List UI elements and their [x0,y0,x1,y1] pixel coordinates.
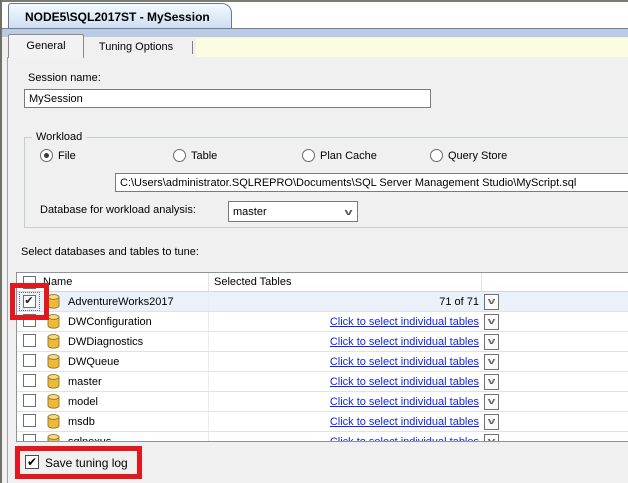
radio-query-store-label: Query Store [448,150,508,162]
document-tab-session[interactable]: NODE5\SQL2017ST - MySession [8,3,232,30]
row-dropdown-button[interactable]: v [484,333,499,350]
row-checkbox-wrap [20,352,39,372]
radio-plan-cache[interactable] [302,149,315,162]
database-analysis-value: master [233,205,267,218]
table-row[interactable]: sqlnexus Click to select individual tabl… [17,432,628,442]
annotation-box-save-log [15,446,142,479]
table-row[interactable]: DWQueue Click to select individual table… [17,352,628,372]
panel-left-border [7,57,8,483]
tab-strip-band [0,28,628,37]
row-checkbox[interactable] [22,393,36,407]
database-icon [47,354,60,369]
selected-tables-cell[interactable]: Click to select individual tables [330,416,479,428]
database-name: msdb [68,415,95,428]
row-checkbox[interactable] [22,373,36,387]
select-databases-label: Select databases and tables to tune: [21,246,199,258]
workload-group-label: Workload [32,131,87,143]
chevron-down-icon: v [487,376,496,386]
radio-table[interactable] [173,149,186,162]
session-name-input[interactable]: MySession [24,89,431,108]
window-left-edge [0,0,2,483]
session-name-label: Session name: [28,72,101,84]
radio-query-store[interactable] [430,149,443,162]
database-name: DWDiagnostics [68,335,144,348]
table-header-row: Name Selected Tables [17,273,628,292]
table-row[interactable]: master Click to select individual tables… [17,372,628,392]
row-checkbox-wrap [20,372,39,392]
tab-tuning-options-label: Tuning Options [98,41,174,53]
database-name: DWQueue [68,355,120,368]
row-dropdown-button[interactable]: v [484,373,499,390]
database-icon [47,334,60,349]
chevron-down-icon: v [487,396,496,406]
selected-tables-cell[interactable]: Click to select individual tables [330,336,479,348]
row-dropdown-button[interactable]: v [484,433,499,442]
tab-separator [192,41,193,54]
row-dropdown-button[interactable]: v [484,393,499,410]
radio-file[interactable] [40,149,53,162]
row-dropdown-button[interactable]: v [484,313,499,330]
table-row[interactable]: DWConfiguration Click to select individu… [17,312,628,332]
databases-table: Name Selected Tables AdventureWorks2017 … [16,272,628,442]
database-icon [47,434,60,441]
row-checkbox-wrap [20,412,39,432]
row-dropdown-button[interactable]: v [484,413,499,430]
tab-tuning-options[interactable]: Tuning Options [84,38,188,57]
annotation-box-checkbox [10,283,49,320]
database-icon [47,414,60,429]
radio-plan-cache-label: Plan Cache [320,150,377,162]
table-row[interactable]: msdb Click to select individual tables v [17,412,628,432]
row-checkbox[interactable] [22,333,36,347]
table-row[interactable]: model Click to select individual tables … [17,392,628,412]
database-icon [47,374,60,389]
chevron-down-icon: v [487,336,496,346]
selected-tables-cell[interactable]: 71 of 71 [439,296,479,308]
tab-general-label: General [26,40,66,52]
row-checkbox[interactable] [22,353,36,367]
chevron-down-icon: v [487,316,496,326]
workload-file-path-value: C:\Users\administrator.SQLREPRO\Document… [120,176,577,189]
row-dropdown-button[interactable]: v [484,293,499,310]
radio-table-label: Table [191,150,218,162]
radio-file-label: File [58,150,76,162]
row-checkbox[interactable] [22,433,36,441]
selected-tables-cell[interactable]: Click to select individual tables [330,436,479,442]
database-name: DWConfiguration [68,315,152,328]
selected-tables-cell[interactable]: Click to select individual tables [330,316,479,328]
tab-strip-filler [196,38,628,57]
document-tab-title: NODE5\SQL2017ST - MySession [25,10,210,24]
database-icon [47,394,60,409]
row-dropdown-button[interactable]: v [484,353,499,370]
table-row[interactable]: AdventureWorks2017 71 of 71 v [17,292,628,312]
row-checkbox-wrap [20,332,39,352]
workload-file-path-input[interactable]: C:\Users\administrator.SQLREPRO\Document… [115,173,628,192]
row-checkbox[interactable] [22,413,36,427]
database-name: master [68,375,102,388]
row-checkbox-wrap [20,432,39,441]
row-checkbox-wrap [20,392,39,412]
table-row[interactable]: DWDiagnostics Click to select individual… [17,332,628,352]
chevron-down-icon: v [487,296,496,306]
selected-tables-cell[interactable]: Click to select individual tables [330,356,479,368]
tab-general[interactable]: General [8,34,84,58]
chevron-down-icon: v [487,356,496,366]
database-analysis-label: Database for workload analysis: [40,204,196,216]
database-name: AdventureWorks2017 [68,295,174,308]
selected-tables-cell[interactable]: Click to select individual tables [330,396,479,408]
database-name: sqlnexus [68,435,112,442]
column-header-selected-tables: Selected Tables [214,276,292,288]
selected-tables-cell[interactable]: Click to select individual tables [330,376,479,388]
database-name: model [68,395,98,408]
session-name-value: MySession [29,92,83,105]
database-analysis-dropdown[interactable]: master v [228,201,358,222]
chevron-down-icon: v [487,416,496,426]
chevron-down-icon: v [344,206,353,217]
chevron-down-icon: v [487,436,496,442]
